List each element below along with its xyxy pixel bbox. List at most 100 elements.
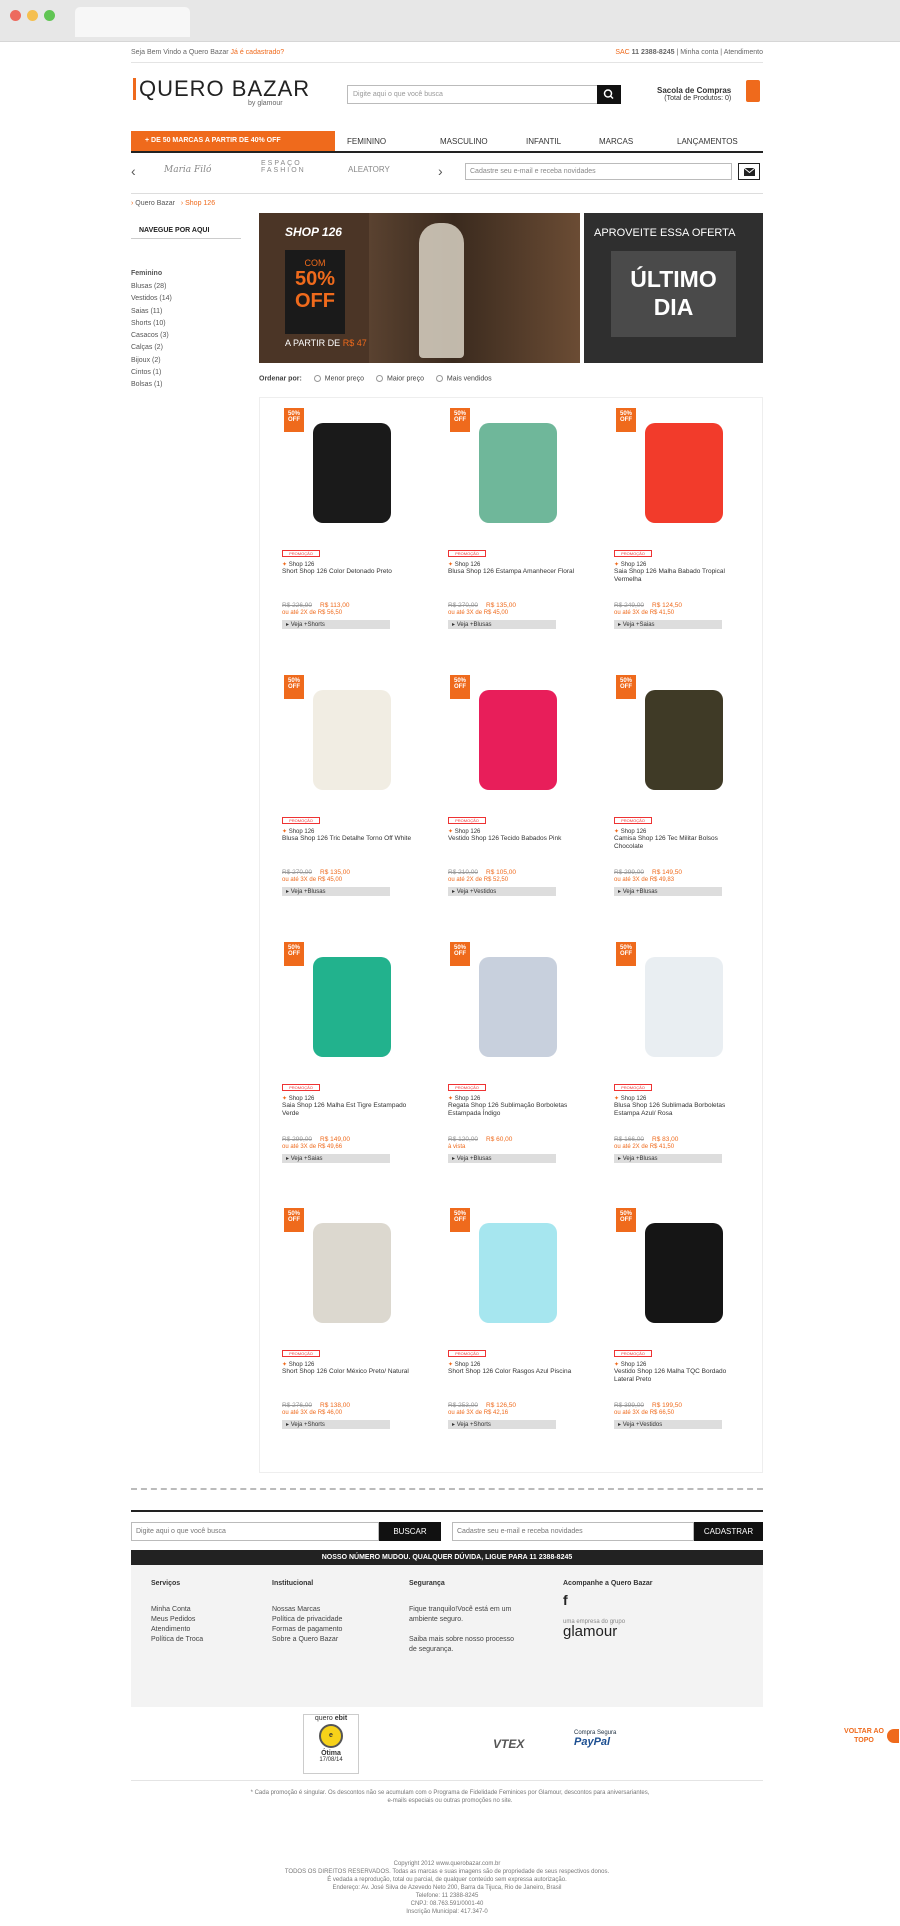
brand-espaco-fashion[interactable]: ESPAÇO FASHION — [261, 160, 319, 174]
footer-newsletter-button[interactable]: CADASTRAR — [694, 1522, 763, 1541]
brand-aleatory[interactable]: ALEATORY — [348, 165, 390, 174]
minimize-window-icon[interactable] — [27, 10, 38, 21]
product-brand[interactable]: ✦ Shop 126 — [282, 1095, 314, 1102]
product-name[interactable]: Blusa Shop 126 Sublimada Borboletas Esta… — [614, 1102, 744, 1118]
product-card[interactable]: 50% OFF PROMOÇÃO ✦ Shop 126 Blusa Shop 126 … — [448, 408, 588, 670]
footer-search-input[interactable]: Digite aqui o que você busca — [131, 1522, 379, 1541]
product-name[interactable]: Blusa Shop 126 Tric Detalhe Torno Off Wh… — [282, 835, 412, 843]
footer-link[interactable]: Sobre a Quero Bazar — [272, 1635, 342, 1645]
product-name[interactable]: Short Shop 126 Color México Preto/ Natur… — [282, 1368, 412, 1376]
product-brand[interactable]: ✦ Shop 126 — [282, 1361, 314, 1368]
sidebar-item-casacos[interactable]: Casacos (3) — [131, 330, 241, 342]
sidebar-item-cintos[interactable]: Cintos (1) — [131, 367, 241, 379]
product-category-button[interactable]: ▸ Veja +Vestidos — [614, 1420, 722, 1429]
promo-banner[interactable]: + DE 50 MARCAS A PARTIR DE 40% OFF — [131, 131, 335, 151]
product-card[interactable]: 50% OFF PROMOÇÃO ✦ Shop 126 Camisa Shop 126… — [614, 675, 754, 937]
product-category-button[interactable]: ▸ Veja +Saias — [282, 1154, 390, 1163]
product-brand[interactable]: ✦ Shop 126 — [282, 561, 314, 568]
product-brand[interactable]: ✦ Shop 126 — [448, 1095, 480, 1102]
product-card[interactable]: 50% OFF PROMOÇÃO ✦ Shop 126 Short Shop 126 … — [282, 1208, 422, 1470]
footer-link[interactable]: Formas de pagamento — [272, 1625, 342, 1635]
search-button[interactable] — [597, 85, 621, 104]
nav-masculino[interactable]: MASCULINO — [440, 137, 488, 146]
footer-search-button[interactable]: BUSCAR — [379, 1522, 441, 1541]
brand-maria-filo[interactable]: Maria Filó — [164, 165, 211, 175]
product-category-button[interactable]: ▸ Veja +Blusas — [448, 620, 556, 629]
product-category-button[interactable]: ▸ Veja +Blusas — [282, 887, 390, 896]
browser-tab[interactable] — [75, 7, 190, 37]
footer-link[interactable]: Atendimento — [151, 1625, 203, 1635]
ebit-seal[interactable]: quero ebit e Ótima 17/08/14 — [303, 1714, 359, 1774]
product-brand[interactable]: ✦ Shop 126 — [614, 1361, 646, 1368]
facebook-icon[interactable]: f — [563, 1593, 652, 1607]
maximize-window-icon[interactable] — [44, 10, 55, 21]
product-card[interactable]: 50% OFF PROMOÇÃO ✦ Shop 126 Saia Shop 126 M… — [282, 942, 422, 1204]
product-name[interactable]: Camisa Shop 126 Tec Militar Bolsos Choco… — [614, 835, 744, 851]
product-category-button[interactable]: ▸ Veja +Blusas — [448, 1154, 556, 1163]
logo[interactable]: QUERO BAZAR by glamour — [133, 78, 310, 107]
product-category-button[interactable]: ▸ Veja +Vestidos — [448, 887, 556, 896]
sidebar-item-vestidos[interactable]: Vestidos (14) — [131, 293, 241, 305]
sort-radio-bestsellers[interactable] — [435, 375, 443, 382]
sort-option-bestsellers[interactable]: Mais vendidos — [447, 375, 492, 382]
product-card[interactable]: 50% OFF PROMOÇÃO ✦ Shop 126 Blusa Shop 126 … — [282, 675, 422, 937]
product-brand[interactable]: ✦ Shop 126 — [614, 1095, 646, 1102]
product-brand[interactable]: ✦ Shop 126 — [282, 828, 314, 835]
product-category-button[interactable]: ▸ Veja +Shorts — [282, 620, 390, 629]
product-brand[interactable]: ✦ Shop 126 — [448, 1361, 480, 1368]
nav-marcas[interactable]: MARCAS — [599, 137, 633, 146]
close-window-icon[interactable] — [10, 10, 21, 21]
product-card[interactable]: 50% OFF PROMOÇÃO ✦ Shop 126 Saia Shop 126 M… — [614, 408, 754, 670]
product-card[interactable]: 50% OFF PROMOÇÃO ✦ Shop 126 Vestido Shop 12… — [614, 1208, 754, 1470]
footer-link[interactable]: Minha Conta — [151, 1605, 203, 1615]
account-link[interactable]: Minha conta — [680, 49, 718, 56]
product-brand[interactable]: ✦ Shop 126 — [448, 828, 480, 835]
cart[interactable]: Sacola de Compras (Total de Produtos: 0) — [657, 86, 731, 102]
newsletter-input[interactable]: Cadastre seu e-mail e receba novidades — [465, 163, 732, 180]
back-to-top[interactable]: VOLTAR AO TOPO — [844, 1727, 900, 1745]
product-name[interactable]: Saia Shop 126 Malha Babado Tropical Verm… — [614, 568, 744, 584]
sidebar-item-bolsas[interactable]: Bolsas (1) — [131, 379, 241, 391]
product-brand[interactable]: ✦ Shop 126 — [614, 561, 646, 568]
hero-banner[interactable]: SHOP 126 COM 50% OFF A PARTIR DE R$ 47 — [259, 213, 580, 363]
product-card[interactable]: 50% OFF PROMOÇÃO ✦ Shop 126 Short Shop 126 … — [448, 1208, 588, 1470]
footer-link[interactable]: Saiba mais sobre nosso processo de segur… — [409, 1635, 519, 1655]
sidebar-item-shorts[interactable]: Shorts (10) — [131, 318, 241, 330]
last-day-banner[interactable]: APROVEITE ESSA OFERTA ÚLTIMO DIA — [584, 213, 763, 363]
footer-link[interactable]: Meus Pedidos — [151, 1615, 203, 1625]
nav-feminino[interactable]: FEMININO — [347, 137, 386, 146]
product-name[interactable]: Short Shop 126 Color Rasgos Azul Piscina — [448, 1368, 578, 1376]
product-name[interactable]: Vestido Shop 126 Tecido Babados Pink — [448, 835, 578, 843]
product-category-button[interactable]: ▸ Veja +Shorts — [282, 1420, 390, 1429]
sidebar-item-saias[interactable]: Saias (11) — [131, 306, 241, 318]
nav-lancamentos[interactable]: LANÇAMENTOS — [677, 137, 738, 146]
newsletter-submit-button[interactable] — [738, 163, 760, 180]
register-link[interactable]: Já é cadastrado? — [231, 49, 285, 56]
product-brand[interactable]: ✦ Shop 126 — [448, 561, 480, 568]
product-card[interactable]: 50% OFF PROMOÇÃO ✦ Shop 126 Blusa Shop 126 … — [614, 942, 754, 1204]
product-name[interactable]: Saia Shop 126 Malha Est Tigre Estampado … — [282, 1102, 412, 1118]
chevron-right-icon[interactable]: › — [438, 163, 443, 179]
product-category-button[interactable]: ▸ Veja +Shorts — [448, 1420, 556, 1429]
product-name[interactable]: Regata Shop 126 Sublimação Borboletas Es… — [448, 1102, 578, 1118]
product-name[interactable]: Short Shop 126 Color Detonado Preto — [282, 568, 412, 576]
sort-option-lowest[interactable]: Menor preço — [325, 375, 364, 382]
product-card[interactable]: 50% OFF PROMOÇÃO ✦ Shop 126 Regata Shop 126… — [448, 942, 588, 1204]
sidebar-item-calcas[interactable]: Calças (2) — [131, 342, 241, 354]
sort-radio-highest[interactable] — [376, 375, 383, 382]
help-link[interactable]: Atendimento — [724, 49, 763, 56]
product-card[interactable]: 50% OFF PROMOÇÃO ✦ Shop 126 Short Shop 126 … — [282, 408, 422, 670]
product-category-button[interactable]: ▸ Veja +Blusas — [614, 887, 722, 896]
footer-link[interactable]: Política de privacidade — [272, 1615, 342, 1625]
search-input[interactable]: Digite aqui o que você busca — [347, 85, 621, 104]
shopping-bag-icon[interactable] — [746, 80, 760, 102]
product-name[interactable]: Blusa Shop 126 Estampa Amanhecer Floral — [448, 568, 578, 576]
sidebar-item-bijoux[interactable]: Bijoux (2) — [131, 355, 241, 367]
product-brand[interactable]: ✦ Shop 126 — [614, 828, 646, 835]
footer-newsletter-input[interactable]: Cadastre seu e-mail e receba novidades — [452, 1522, 694, 1541]
footer-link[interactable]: Política de Troca — [151, 1635, 203, 1645]
nav-infantil[interactable]: INFANTIL — [526, 137, 561, 146]
product-category-button[interactable]: ▸ Veja +Blusas — [614, 1154, 722, 1163]
product-card[interactable]: 50% OFF PROMOÇÃO ✦ Shop 126 Vestido Shop 12… — [448, 675, 588, 937]
product-category-button[interactable]: ▸ Veja +Saias — [614, 620, 722, 629]
